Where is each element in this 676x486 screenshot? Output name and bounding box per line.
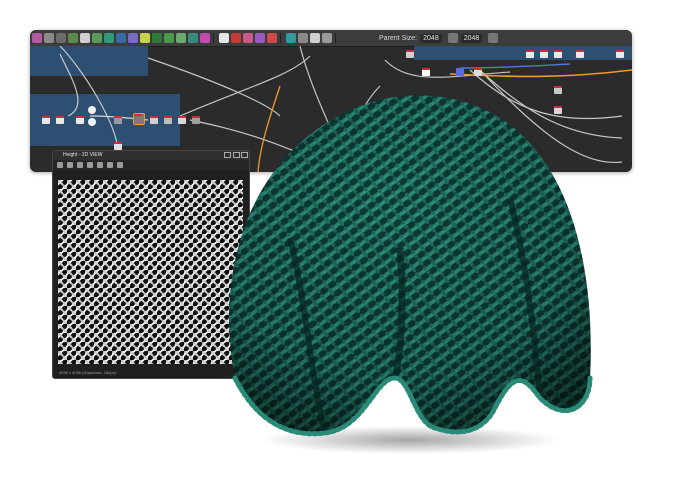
refresh-icon[interactable] [488,33,499,43]
align-icon[interactable] [322,33,332,43]
graph-node[interactable] [76,116,84,124]
warp-icon[interactable] [116,33,126,43]
text-icon[interactable] [219,33,229,43]
graph-node[interactable] [114,116,122,124]
grid-icon[interactable] [97,162,103,168]
copy-icon[interactable] [77,162,83,168]
link-icon[interactable] [447,33,458,43]
nodes-icon[interactable] [56,33,66,43]
camera-icon[interactable] [67,162,73,168]
gradient-icon[interactable] [176,33,186,43]
comment-icon[interactable] [298,33,308,43]
graph-node[interactable] [406,50,414,58]
graph-node[interactable] [56,116,64,124]
parent-size-label: Parent Size: [379,34,418,42]
graph-node[interactable] [164,116,172,124]
pin-icon[interactable] [310,33,320,43]
save-icon[interactable] [57,162,63,168]
output-size-dropdown[interactable]: 2048 [460,33,483,43]
parent-size-dropdown[interactable]: 2048 [420,33,442,43]
graph-node-selected[interactable] [133,113,145,125]
curve-icon[interactable] [92,33,102,43]
graph-icon[interactable] [32,33,42,43]
color-icon[interactable] [152,33,162,43]
svg-icon[interactable] [267,33,277,43]
pixel-processor-icon[interactable] [243,33,253,43]
toolbar-separator [213,33,214,43]
histogram-icon[interactable] [117,162,123,168]
graph-node[interactable] [150,116,158,124]
toolbar-separator [280,33,281,43]
view2d-status: 4096 x 4096 (Grayscale, 16bpc) [59,370,116,375]
graph-node[interactable] [456,68,464,76]
channels-icon[interactable] [87,162,93,168]
toolbar-separator [335,33,336,43]
graph-node[interactable] [88,106,96,114]
graph-node[interactable] [554,50,562,58]
transform-icon[interactable] [104,33,114,43]
bitmap-icon[interactable] [255,33,265,43]
graph-node[interactable] [88,118,96,126]
graph-node[interactable] [114,142,122,150]
function-icon[interactable] [107,162,113,168]
graph-node[interactable] [178,116,186,124]
levels-icon[interactable] [80,33,90,43]
graph-node[interactable] [42,116,50,124]
shape-icon[interactable] [188,33,198,43]
normal-icon[interactable] [128,33,138,43]
graph-node[interactable] [474,68,482,76]
graph-node[interactable] [526,50,534,58]
graph-node[interactable] [576,50,584,58]
graph-node[interactable] [616,50,624,58]
beanie-3d-render [229,95,593,454]
graph-node[interactable] [540,50,548,58]
layers-icon[interactable] [44,33,54,43]
graph-toolbar: Parent Size: 2048 2048 [30,30,632,47]
blend-icon[interactable] [68,33,78,43]
fx-icon[interactable] [231,33,241,43]
uniform-color-icon[interactable] [200,33,210,43]
frame-icon[interactable] [286,33,296,43]
graph-node[interactable] [422,68,430,76]
height-icon[interactable] [140,33,150,43]
fx-map-icon[interactable] [164,33,174,43]
